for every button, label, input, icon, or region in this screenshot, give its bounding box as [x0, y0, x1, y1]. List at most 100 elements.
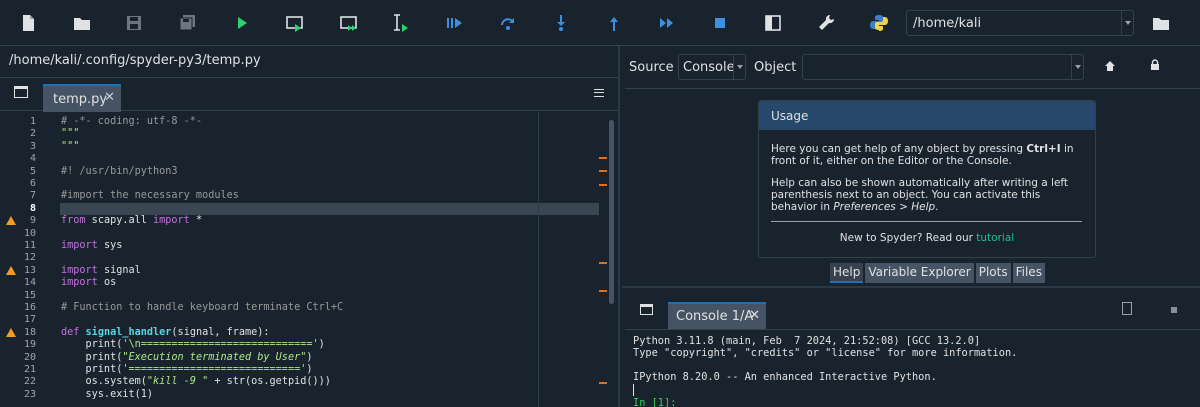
document-icon[interactable]: [1122, 302, 1132, 315]
home-icon[interactable]: [1104, 60, 1116, 72]
console-line: Type "copyright", "credits" or "license"…: [633, 347, 1018, 359]
line-number: 23: [23, 388, 36, 400]
line-number: 21: [23, 364, 36, 375]
source-label: Source: [629, 60, 674, 75]
tab-help[interactable]: Help: [830, 263, 864, 283]
save-icon[interactable]: [121, 10, 147, 36]
warning-icon[interactable]: [6, 265, 16, 275]
code-line: # -*- coding: utf-8 -*-: [61, 116, 203, 127]
line-number: 14: [23, 277, 36, 289]
open-file-icon[interactable]: [69, 10, 95, 36]
code-line: print("Execution terminated by User"): [61, 351, 313, 363]
stop-icon[interactable]: [1171, 307, 1177, 313]
scrollbar-thumb[interactable]: [609, 120, 614, 304]
code-line: os.system("kill -9 " + str(os.getpid())): [61, 376, 331, 388]
save-all-icon[interactable]: [175, 10, 201, 36]
main-toolbar: /home/kali: [0, 0, 1200, 46]
chevron-down-icon[interactable]: [1071, 55, 1083, 79]
run-icon[interactable]: [229, 10, 255, 36]
chevron-down-icon[interactable]: [733, 55, 745, 79]
divider: [771, 221, 1082, 222]
line-number: 17: [23, 314, 36, 326]
tab-plots[interactable]: Plots: [975, 263, 1011, 283]
step-icon[interactable]: [495, 10, 521, 36]
close-icon[interactable]: ✕: [749, 308, 760, 323]
line-number: 15: [23, 289, 36, 301]
source-combo[interactable]: Console: [678, 54, 746, 80]
code-line: # Function to handle keyboard terminate …: [61, 302, 344, 313]
scrollbar-marker: [599, 382, 607, 384]
scrollbar-marker: [599, 184, 607, 186]
edge-line: [538, 112, 539, 407]
tutorial-link[interactable]: tutorial: [976, 232, 1014, 244]
run-selection-icon[interactable]: [388, 10, 414, 36]
code-line: """: [61, 128, 80, 140]
step-return-icon[interactable]: [601, 10, 627, 36]
code-line: def signal_handler(signal, frame):: [61, 326, 270, 338]
warning-icon[interactable]: [6, 327, 16, 337]
chevron-down-icon[interactable]: [1121, 11, 1133, 35]
usage-paragraph-1: Here you can get help of any object by p…: [771, 143, 1074, 167]
run-cell-icon[interactable]: [282, 10, 308, 36]
preferences-icon[interactable]: [813, 10, 839, 36]
object-combo[interactable]: [802, 54, 1084, 80]
editor-scrollbar[interactable]: [608, 112, 614, 407]
line-number: 4: [29, 153, 36, 165]
tab-variable-explorer[interactable]: Variable Explorer: [865, 263, 974, 283]
line-number: 3: [29, 140, 36, 152]
console-tab[interactable]: Console 1/A ✕: [668, 302, 766, 329]
code-editor[interactable]: 1 2 3 4 5 6 7 8 9 10 11 12 13 14 15 16 17 18 19 20 21 22 23 # …: [0, 112, 618, 407]
line-number: 11: [23, 240, 36, 251]
line-number: 5: [29, 165, 36, 177]
close-icon[interactable]: ✕: [104, 90, 115, 105]
line-number: 16: [23, 302, 36, 313]
line-number: 22: [23, 376, 36, 388]
line-number: 19: [23, 339, 36, 351]
console-pane: Console 1/A ✕ Python 3.11.8 (main, Feb 7…: [622, 286, 1200, 407]
browse-directory-icon[interactable]: [1148, 10, 1174, 36]
current-line-highlight: [60, 203, 599, 215]
browse-tabs-icon[interactable]: [640, 304, 653, 315]
scrollbar-marker: [599, 170, 607, 172]
editor-tabbar: temp.py ✕: [0, 77, 618, 112]
console-line: IPython 8.20.0 -- An enhanced Interactiv…: [633, 371, 937, 383]
tab-files[interactable]: Files: [1012, 263, 1045, 283]
spyder-window: /home/kali /home/kali/.config/spyder-py3…: [0, 0, 1200, 407]
code-line: """: [61, 140, 80, 152]
run-cell-advance-icon[interactable]: [336, 10, 362, 36]
new-file-icon[interactable]: [15, 10, 41, 36]
stop-icon[interactable]: [707, 10, 733, 36]
continue-icon[interactable]: [654, 10, 680, 36]
console-tab-label: Console 1/A: [676, 309, 754, 324]
line-number: 12: [23, 252, 36, 264]
warning-icon[interactable]: [6, 216, 16, 226]
debug-icon[interactable]: [441, 10, 467, 36]
step-into-icon[interactable]: [548, 10, 574, 36]
code-line: import signal: [61, 264, 141, 276]
editor-tab-temp-py[interactable]: temp.py ✕: [43, 84, 121, 112]
editor-pane: /home/kali/.config/spyder-py3/temp.py te…: [0, 46, 620, 407]
lock-icon[interactable]: [1149, 59, 1161, 71]
usage-box: Usage Here you can get help of any objec…: [758, 100, 1096, 258]
code-line: from scapy.all import *: [61, 215, 203, 227]
help-pane: Source Console Object Usage Here you can…: [622, 46, 1200, 284]
new-to-spyder-text: New to Spyder? Read our tutorial: [839, 232, 1015, 244]
console-line: Python 3.11.8 (main, Feb 7 2024, 21:52:0…: [633, 335, 981, 347]
line-number-gutter: 1 2 3 4 5 6 7 8 9 10 11 12 13 14 15 16 17 18 19 20 21 22 23: [0, 112, 56, 407]
line-number: 7: [29, 190, 36, 202]
python-path-icon[interactable]: [866, 10, 892, 36]
options-menu-icon[interactable]: [594, 89, 604, 97]
console-output[interactable]: Python 3.11.8 (main, Feb 7 2024, 21:52:0…: [625, 329, 1200, 407]
code-line: #import the necessary modules: [61, 190, 239, 202]
scrollbar-marker: [599, 157, 607, 159]
line-number: 2: [29, 128, 36, 140]
browse-tabs-icon[interactable]: [14, 86, 28, 98]
code-line: print('============================'): [61, 364, 313, 375]
line-number: 8: [29, 202, 36, 214]
code-line: #! /usr/bin/python3: [61, 165, 178, 177]
working-directory-combo[interactable]: /home/kali: [906, 10, 1134, 36]
maximize-pane-icon[interactable]: [760, 10, 786, 36]
line-number: 1: [29, 116, 36, 127]
code-line: print('\n============================'): [61, 339, 325, 351]
object-label: Object: [754, 60, 797, 75]
